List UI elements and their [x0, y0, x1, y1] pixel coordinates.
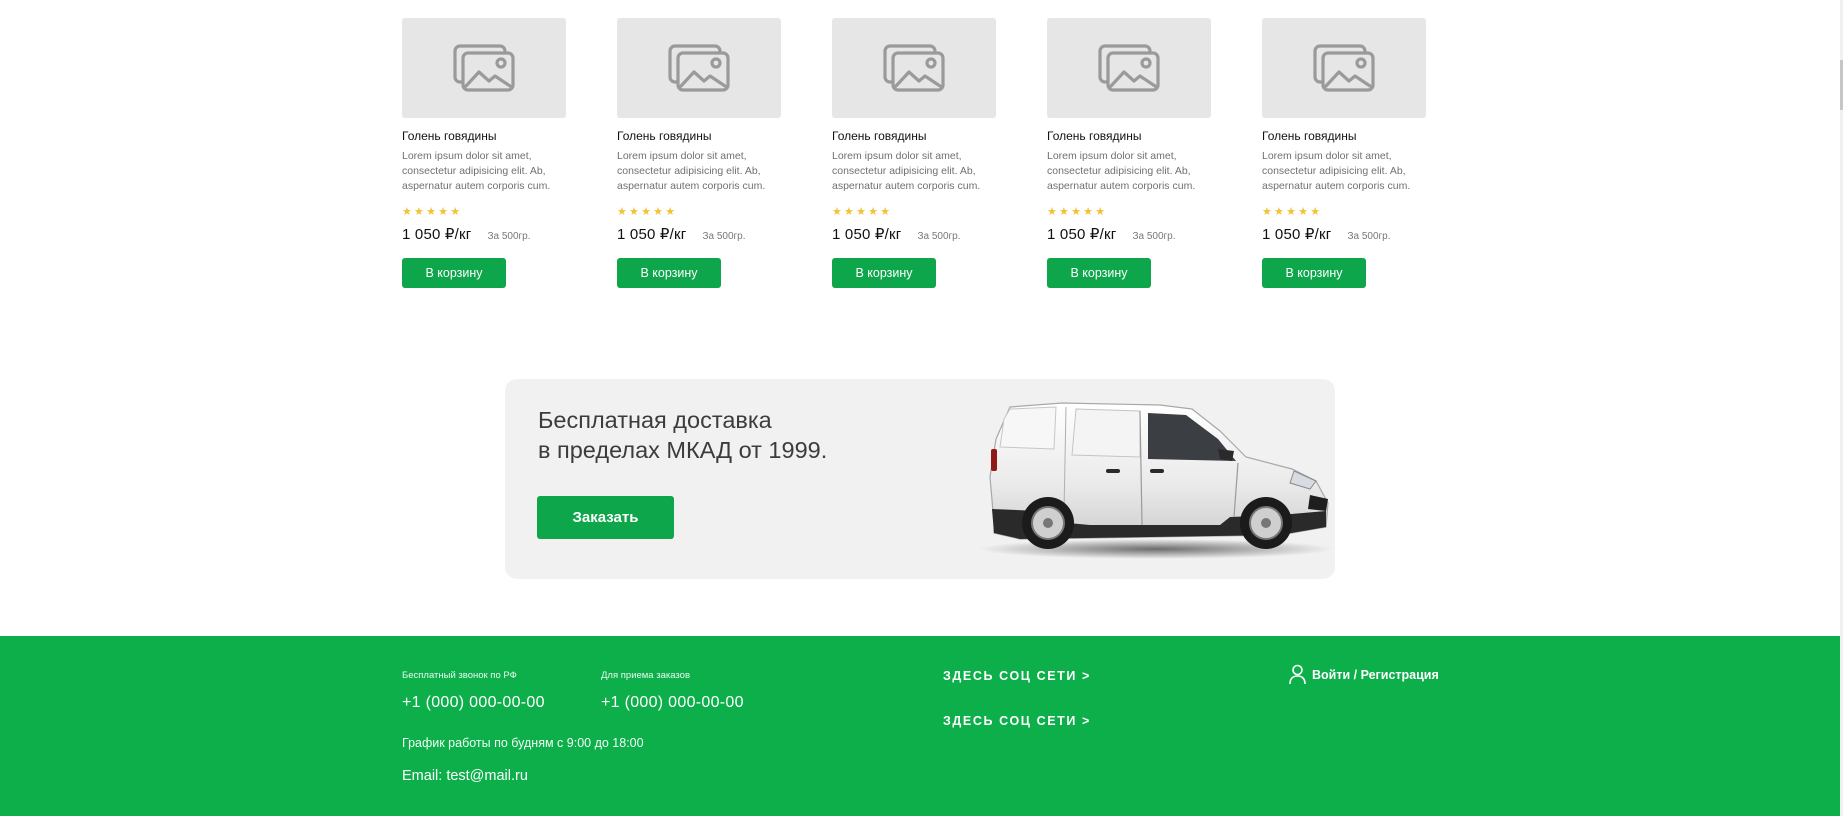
product-description: Lorem ipsum dolor sit amet, consectetur …: [1262, 150, 1411, 192]
product-rating-stars: ★★★★★: [1262, 206, 1323, 218]
product-price-row: 1 050 ₽/кг За 500гр.: [832, 225, 996, 245]
product-card: Голень говядины Lorem ipsum dolor sit am…: [1047, 18, 1211, 288]
page: Голень говядины Lorem ipsum dolor sit am…: [0, 0, 1843, 816]
product-name[interactable]: Голень говядины: [617, 128, 781, 144]
order-button[interactable]: Заказать: [537, 496, 674, 539]
product-rating-stars: ★★★★★: [402, 206, 463, 218]
image-placeholder-icon: [668, 44, 730, 92]
product-grid: Голень говядины Lorem ipsum dolor sit am…: [402, 18, 1426, 288]
footer: Бесплатный звонок по РФ +1 (000) 000-00-…: [0, 636, 1840, 816]
product-image-placeholder[interactable]: [832, 18, 996, 118]
product-card: Голень говядины Lorem ipsum dolor sit am…: [617, 18, 781, 288]
product-description: Lorem ipsum dolor sit amet, consectetur …: [402, 150, 551, 192]
product-price-row: 1 050 ₽/кг За 500гр.: [402, 225, 566, 245]
free-call-phone[interactable]: +1 (000) 000-00-00: [402, 694, 545, 712]
product-name[interactable]: Голень говядины: [1262, 128, 1426, 144]
add-to-cart-button[interactable]: В корзину: [1047, 258, 1151, 288]
footer-email[interactable]: Email: test@mail.ru: [402, 768, 528, 784]
product-rating-stars: ★★★★★: [1047, 206, 1108, 218]
product-price-row: 1 050 ₽/кг За 500гр.: [617, 225, 781, 245]
delivery-van-image: [980, 402, 1332, 559]
login-register-label: Войти / Регистрация: [1312, 667, 1439, 682]
product-image-placeholder[interactable]: [1262, 18, 1426, 118]
add-to-cart-button[interactable]: В корзину: [832, 258, 936, 288]
product-image-placeholder[interactable]: [402, 18, 566, 118]
social-link-1[interactable]: ЗДЕСЬ СОЦ СЕТИ >: [943, 669, 1091, 683]
product-card: Голень говядины Lorem ipsum dolor sit am…: [402, 18, 566, 288]
free-call-label: Бесплатный звонок по РФ: [402, 670, 517, 681]
product-unit: За 500гр.: [702, 231, 746, 242]
product-card: Голень говядины Lorem ipsum dolor sit am…: [832, 18, 996, 288]
product-price: 1 050 ₽/кг: [617, 226, 687, 243]
product-price: 1 050 ₽/кг: [1047, 226, 1117, 243]
delivery-banner: Бесплатная доставка в пределах МКАД от 1…: [505, 379, 1335, 579]
product-description: Lorem ipsum dolor sit amet, consectetur …: [832, 150, 981, 192]
social-link-2[interactable]: ЗДЕСЬ СОЦ СЕТИ >: [943, 714, 1091, 728]
product-price-row: 1 050 ₽/кг За 500гр.: [1262, 225, 1426, 245]
product-price-row: 1 050 ₽/кг За 500гр.: [1047, 225, 1211, 245]
product-price: 1 050 ₽/кг: [1262, 226, 1332, 243]
add-to-cart-button[interactable]: В корзину: [1262, 258, 1366, 288]
user-icon: [1289, 664, 1306, 685]
product-name[interactable]: Голень говядины: [832, 128, 996, 144]
product-card: Голень говядины Lorem ipsum dolor sit am…: [1262, 18, 1426, 288]
add-to-cart-button[interactable]: В корзину: [617, 258, 721, 288]
product-unit: За 500гр.: [487, 231, 531, 242]
product-price: 1 050 ₽/кг: [832, 226, 902, 243]
orders-label: Для приема заказов: [601, 670, 690, 681]
product-description: Lorem ipsum dolor sit amet, consectetur …: [617, 150, 766, 192]
add-to-cart-button[interactable]: В корзину: [402, 258, 506, 288]
product-name[interactable]: Голень говядины: [1047, 128, 1211, 144]
banner-title-line-1: Бесплатная доставка: [538, 407, 772, 433]
product-image-placeholder[interactable]: [617, 18, 781, 118]
product-unit: За 500гр.: [917, 231, 961, 242]
orders-phone[interactable]: +1 (000) 000-00-00: [601, 694, 744, 712]
product-rating-stars: ★★★★★: [617, 206, 678, 218]
product-name[interactable]: Голень говядины: [402, 128, 566, 144]
product-description: Lorem ipsum dolor sit amet, consectetur …: [1047, 150, 1196, 192]
product-unit: За 500гр.: [1132, 231, 1176, 242]
product-rating-stars: ★★★★★: [832, 206, 893, 218]
banner-title: Бесплатная доставка в пределах МКАД от 1…: [538, 405, 827, 465]
product-price: 1 050 ₽/кг: [402, 226, 472, 243]
image-placeholder-icon: [453, 44, 515, 92]
image-placeholder-icon: [883, 44, 945, 92]
login-register-link[interactable]: Войти / Регистрация: [1289, 664, 1439, 685]
banner-title-line-2: в пределах МКАД от 1999.: [538, 437, 828, 463]
product-image-placeholder[interactable]: [1047, 18, 1211, 118]
product-unit: За 500гр.: [1347, 231, 1391, 242]
work-hours: График работы по будням с 9:00 до 18:00: [402, 736, 644, 750]
image-placeholder-icon: [1098, 44, 1160, 92]
image-placeholder-icon: [1313, 44, 1375, 92]
